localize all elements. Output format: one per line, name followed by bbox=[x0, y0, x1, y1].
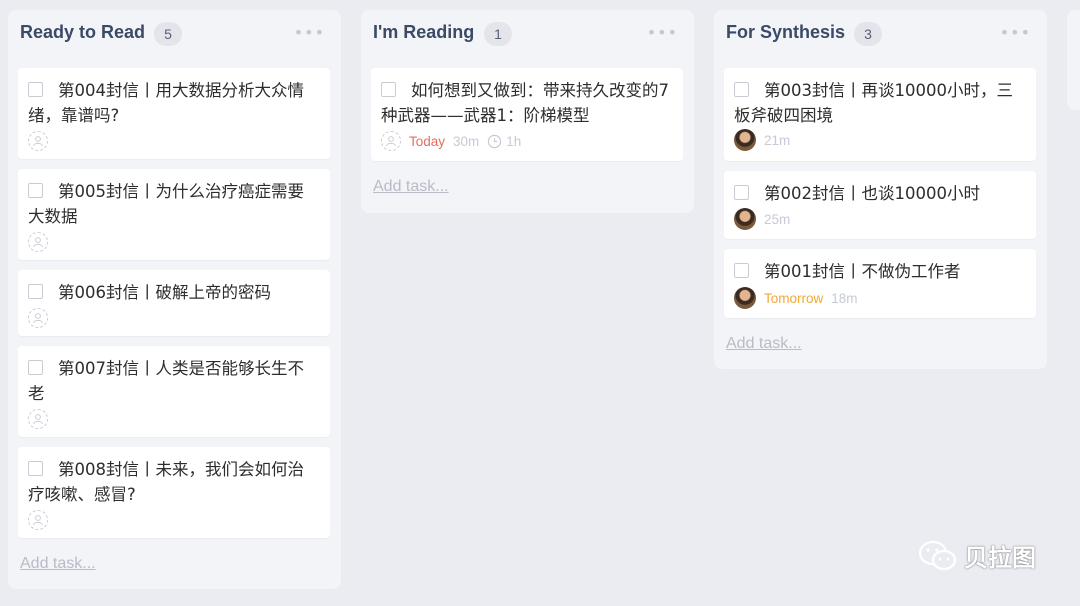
time-estimate[interactable]: 18m bbox=[831, 291, 857, 306]
column-menu-icon[interactable]: ••• bbox=[1000, 23, 1031, 42]
add-task-link[interactable]: Add task... bbox=[726, 335, 802, 353]
task-card[interactable]: 第002封信丨也谈10000小时 25m bbox=[724, 171, 1036, 239]
task-card[interactable]: 第003封信丨再谈10000小时，三板斧破四困境 21m bbox=[724, 68, 1036, 161]
column-header: For Synthesis 3 ••• bbox=[714, 10, 1047, 60]
task-card[interactable]: 如何想到又做到：带来持久改变的7种武器——武器1：阶梯模型 Today 30m … bbox=[371, 68, 683, 161]
assign-user-icon[interactable] bbox=[28, 510, 48, 530]
avatar[interactable] bbox=[734, 129, 756, 151]
time-estimate[interactable]: 30m bbox=[453, 134, 479, 149]
task-title: 第004封信丨用大数据分析大众情绪，靠谱吗? bbox=[28, 81, 304, 125]
task-card[interactable]: 第005封信丨为什么治疗癌症需要大数据 bbox=[18, 169, 330, 260]
avatar[interactable] bbox=[734, 287, 756, 309]
task-count-badge: 3 bbox=[854, 22, 882, 46]
column-ready-to-read: Ready to Read 5 ••• 第004封信丨用大数据分析大众情绪，靠谱… bbox=[8, 10, 341, 589]
avatar[interactable] bbox=[734, 208, 756, 230]
column-for-synthesis: For Synthesis 3 ••• 第003封信丨再谈10000小时，三板斧… bbox=[714, 10, 1047, 369]
task-title: 第001封信丨不做伪工作者 bbox=[764, 262, 961, 281]
column-im-reading: I'm Reading 1 ••• 如何想到又做到：带来持久改变的7种武器——武… bbox=[361, 10, 694, 213]
time-spent[interactable]: 1h bbox=[506, 134, 521, 149]
due-date[interactable]: Tomorrow bbox=[764, 291, 823, 306]
column-title[interactable]: Ready to Read bbox=[20, 22, 145, 43]
watermark-text: 贝拉图 bbox=[964, 544, 1036, 572]
task-card[interactable]: 第001封信丨不做伪工作者 Tomorrow 18m bbox=[724, 249, 1036, 318]
assign-user-icon[interactable] bbox=[28, 308, 48, 328]
task-title: 第007封信丨人类是否能够长生不老 bbox=[28, 359, 304, 403]
assign-user-icon[interactable] bbox=[28, 232, 48, 252]
task-card[interactable]: 第004封信丨用大数据分析大众情绪，靠谱吗? bbox=[18, 68, 330, 159]
task-card[interactable]: 第008封信丨未来，我们会如何治疗咳嗽、感冒? bbox=[18, 447, 330, 538]
task-card[interactable]: 第007封信丨人类是否能够长生不老 bbox=[18, 346, 330, 437]
task-title: 第005封信丨为什么治疗癌症需要大数据 bbox=[28, 182, 304, 226]
column-header: Ready to Read 5 ••• bbox=[8, 10, 341, 60]
assign-user-icon[interactable] bbox=[381, 131, 401, 151]
task-title: 如何想到又做到：带来持久改变的7种武器——武器1：阶梯模型 bbox=[381, 81, 669, 125]
task-count-badge: 5 bbox=[154, 22, 182, 46]
task-title: 第003封信丨再谈10000小时，三板斧破四困境 bbox=[734, 81, 1013, 125]
wechat-icon bbox=[918, 540, 957, 570]
column-title[interactable]: I'm Reading bbox=[373, 22, 474, 43]
task-count-badge: 1 bbox=[484, 22, 512, 46]
column-header: I'm Reading 1 ••• bbox=[361, 10, 694, 60]
task-title: 第002封信丨也谈10000小时 bbox=[764, 184, 980, 203]
time-estimate[interactable]: 21m bbox=[764, 133, 790, 148]
task-title: 第008封信丨未来，我们会如何治疗咳嗽、感冒? bbox=[28, 460, 304, 504]
add-task-link[interactable]: Add task... bbox=[373, 178, 449, 196]
add-task-link[interactable]: Add task... bbox=[20, 555, 96, 573]
assign-user-icon[interactable] bbox=[28, 131, 48, 151]
watermark: 贝拉图 bbox=[918, 538, 1036, 573]
column-menu-icon[interactable]: ••• bbox=[647, 23, 678, 42]
task-card[interactable]: 第006封信丨破解上帝的密码 bbox=[18, 270, 330, 336]
assign-user-icon[interactable] bbox=[28, 409, 48, 429]
column-menu-icon[interactable]: ••• bbox=[294, 23, 325, 42]
clock-icon bbox=[488, 134, 502, 148]
time-estimate[interactable]: 25m bbox=[764, 212, 790, 227]
column-title[interactable]: For Synthesis bbox=[726, 22, 845, 43]
task-title: 第006封信丨破解上帝的密码 bbox=[58, 283, 271, 302]
due-date[interactable]: Today bbox=[409, 134, 445, 149]
column-partial bbox=[1067, 10, 1080, 110]
kanban-board: Ready to Read 5 ••• 第004封信丨用大数据分析大众情绪，靠谱… bbox=[0, 0, 1080, 606]
